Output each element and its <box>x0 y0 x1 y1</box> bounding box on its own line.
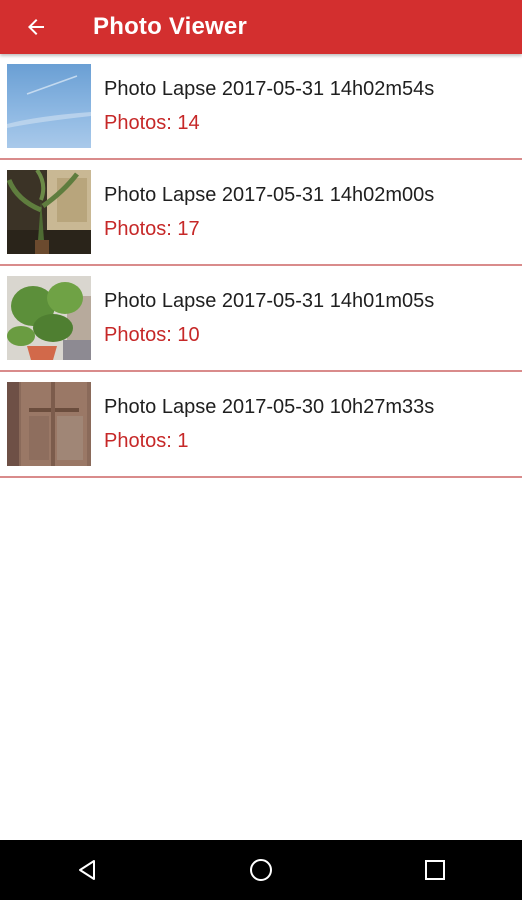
photo-count: Photos: 1 <box>104 430 189 452</box>
thumbnail-wooden-door <box>7 382 91 466</box>
nav-back-button[interactable] <box>47 840 127 900</box>
photo-lapse-list: Photo Lapse 2017-05-31 14h02m54s Photos:… <box>0 54 522 478</box>
triangle-back-icon <box>79 860 95 880</box>
thumbnail-cactus-window <box>7 170 91 254</box>
page-title: Photo Viewer <box>93 13 247 40</box>
system-nav-bar <box>0 840 522 900</box>
square-recents-icon <box>425 860 445 880</box>
nav-home-button[interactable] <box>221 840 301 900</box>
list-item[interactable]: Photo Lapse 2017-05-31 14h01m05s Photos:… <box>0 266 522 372</box>
photo-count: Photos: 10 <box>104 324 200 346</box>
app-bar: Photo Viewer <box>0 0 522 54</box>
lapse-title: Photo Lapse 2017-05-30 10h27m33s <box>104 396 435 418</box>
photo-count: Photos: 14 <box>104 112 200 134</box>
thumbnail-sky <box>7 64 91 148</box>
lapse-title: Photo Lapse 2017-05-31 14h02m00s <box>104 184 435 206</box>
photo-count: Photos: 17 <box>104 218 200 240</box>
list-item[interactable]: Photo Lapse 2017-05-30 10h27m33s Photos:… <box>0 372 522 478</box>
back-button[interactable] <box>0 0 72 54</box>
arrow-back-icon <box>28 19 44 35</box>
thumbnail-potted-plant <box>7 276 91 360</box>
nav-recents-button[interactable] <box>395 840 475 900</box>
list-item[interactable]: Photo Lapse 2017-05-31 14h02m54s Photos:… <box>0 54 522 160</box>
list-item[interactable]: Photo Lapse 2017-05-31 14h02m00s Photos:… <box>0 160 522 266</box>
circle-home-icon <box>250 859 272 881</box>
lapse-title: Photo Lapse 2017-05-31 14h02m54s <box>104 78 435 100</box>
lapse-title: Photo Lapse 2017-05-31 14h01m05s <box>104 290 435 312</box>
